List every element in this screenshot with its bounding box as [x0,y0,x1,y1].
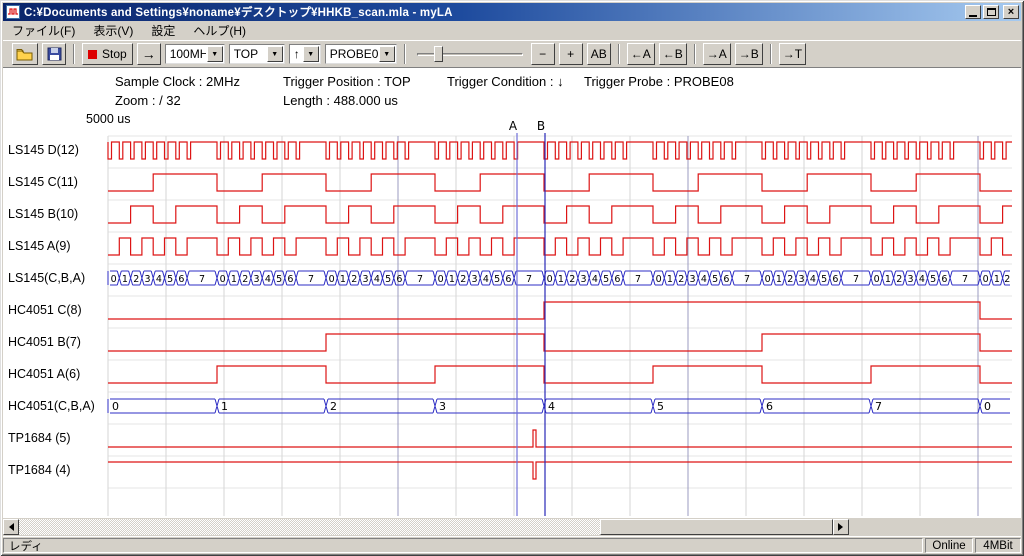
goto-trigger-button[interactable]: →T [779,43,806,65]
title-bar[interactable]: C:¥Documents and Settings¥noname¥デスクトップ¥… [3,3,1021,21]
left-arrow-icon [5,523,14,531]
channel-label: HC4051 A(6) [8,367,80,383]
zoom-slider[interactable] [417,43,523,65]
zoom-in-button[interactable]: + [559,43,583,65]
minimize-icon [969,15,977,17]
chevron-down-icon[interactable]: ▼ [267,46,283,62]
zoom-slider-thumb[interactable] [434,46,443,62]
zoom-slider-track[interactable] [417,53,523,56]
toolbar-separator [73,44,75,64]
open-button[interactable] [12,43,38,65]
channel-label: TP1684 (4) [8,463,71,479]
scrollbar-thumb[interactable] [600,519,833,535]
menu-file[interactable]: ファイル(F) [3,20,84,41]
toolbar-separator [694,44,696,64]
trigger-probe-select[interactable]: PROBE00 ▼ [325,44,397,64]
toolbar: Stop → 100MHz ▼ TOP ▼ ↑ ▼ PROBE00 ▼ − + … [3,40,1021,68]
horizontal-scrollbar[interactable] [3,519,849,535]
save-button[interactable] [42,43,66,65]
toolbar-separator [618,44,620,64]
run-button[interactable]: → [137,43,161,65]
chevron-down-icon[interactable]: ▼ [379,46,395,62]
sample-clock-select[interactable]: 100MHz ▼ [165,44,225,64]
channel-label: LS145 B(10) [8,207,78,223]
window-title: C:¥Documents and Settings¥noname¥デスクトップ¥… [24,4,965,20]
toolbar-separator [404,44,406,64]
length-info: Length : 488.000 us [283,93,398,108]
app-icon [6,5,20,19]
timescale-label: 5000 us [86,112,130,126]
channel-label: HC4051 C(8) [8,303,82,319]
stop-label: Stop [102,47,127,61]
stop-icon [88,50,97,59]
sample-clock-value: 100MHz [170,47,206,61]
channel-label: LS145 D(12) [8,143,79,159]
channel-label: HC4051(C,B,A) [8,399,95,415]
next-cursor-a-button[interactable]: →A [703,43,731,65]
zoom-out-button[interactable]: − [531,43,555,65]
close-button[interactable]: × [1003,5,1019,19]
trigger-edge-value: ↑ [294,47,302,61]
trigger-position-select[interactable]: TOP ▼ [229,44,285,64]
channel-label: LS145(C,B,A) [8,271,85,287]
trigger-probe-info: Trigger Probe : PROBE08 [584,74,734,89]
scroll-right-button[interactable] [833,519,849,535]
right-arrow-icon [838,523,847,531]
trigger-condition-info: Trigger Condition : ↓ [447,74,564,89]
menu-bar: ファイル(F) 表示(V) 設定 ヘルプ(H) [3,21,1021,40]
zoom-info: Zoom : / 32 [115,93,181,108]
window-controls: × [965,5,1019,19]
scroll-left-button[interactable] [3,519,19,535]
status-bar: レディ Online 4MBit [3,536,1021,553]
chevron-down-icon[interactable]: ▼ [303,46,319,62]
channel-label: LS145 A(9) [8,239,71,255]
menu-settings[interactable]: 設定 [142,20,184,41]
stop-button[interactable]: Stop [82,43,133,65]
prev-cursor-a-button[interactable]: ←A [627,43,655,65]
trigger-position-info: Trigger Position : TOP [283,74,411,89]
open-folder-icon [16,48,34,61]
channel-label: TP1684 (5) [8,431,71,447]
waveform-client-area[interactable] [3,68,1021,518]
minimize-button[interactable] [965,5,981,19]
toolbar-separator [770,44,772,64]
app-window: C:¥Documents and Settings¥noname¥デスクトップ¥… [0,0,1024,556]
channel-label: HC4051 B(7) [8,335,81,351]
scroll-strip [3,518,1021,536]
ab-range-button[interactable]: AB [587,43,611,65]
scrollbar-track[interactable] [19,519,833,535]
chevron-down-icon[interactable]: ▼ [207,46,223,62]
trigger-probe-value: PROBE00 [330,47,378,61]
status-ready-panel: レディ [3,538,923,553]
status-online-panel: Online [925,538,973,553]
status-memory-panel: 4MBit [975,538,1021,553]
maximize-icon [987,8,996,16]
run-arrow-icon: → [142,46,156,62]
sample-clock-info: Sample Clock : 2MHz [115,74,240,89]
floppy-icon [47,47,62,61]
prev-cursor-b-button[interactable]: ←B [659,43,687,65]
trigger-edge-select[interactable]: ↑ ▼ [289,44,321,64]
channel-label: LS145 C(11) [8,175,78,191]
menu-view[interactable]: 表示(V) [84,20,142,41]
trigger-position-value: TOP [234,47,266,61]
maximize-button[interactable] [983,5,999,19]
next-cursor-b-button[interactable]: →B [735,43,763,65]
menu-help[interactable]: ヘルプ(H) [184,20,255,41]
